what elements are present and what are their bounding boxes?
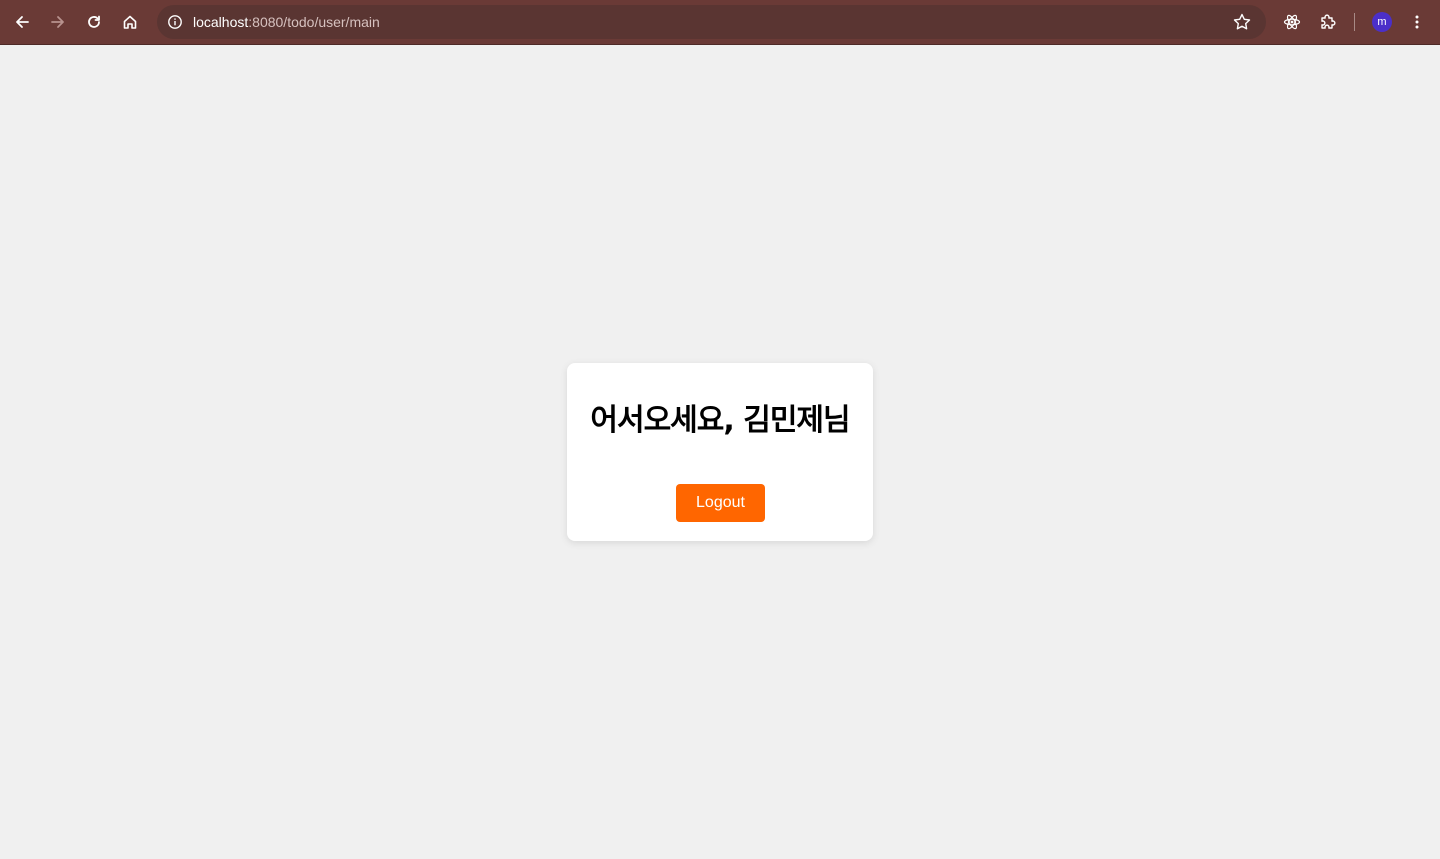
url-host: localhost: [193, 14, 249, 30]
home-icon: [123, 15, 137, 29]
address-bar[interactable]: localhost:8080/todo/user/main: [157, 5, 1266, 39]
puzzle-icon: [1321, 14, 1336, 29]
site-info-button[interactable]: [163, 10, 187, 34]
extensions-button[interactable]: [1313, 7, 1343, 37]
arrow-right-icon: [51, 16, 64, 28]
logout-button[interactable]: Logout: [676, 484, 765, 522]
url-path: :8080/todo/user/main: [248, 14, 380, 30]
reload-button[interactable]: [79, 7, 109, 37]
welcome-card: 어서오세요, 김민제님 Logout: [567, 363, 873, 541]
profile-avatar[interactable]: m: [1372, 12, 1392, 32]
browser-menu-button[interactable]: [1402, 7, 1432, 37]
forward-button[interactable]: [43, 7, 73, 37]
star-icon[interactable]: [1232, 12, 1252, 32]
home-button[interactable]: [115, 7, 145, 37]
kebab-menu-icon: [1415, 15, 1419, 29]
reload-icon: [88, 15, 100, 28]
page-viewport: 어서오세요, 김민제님 Logout: [0, 45, 1440, 859]
welcome-heading: 어서오세요, 김민제님: [590, 403, 850, 438]
url-text[interactable]: localhost:8080/todo/user/main: [193, 5, 380, 39]
info-icon: [168, 15, 182, 29]
browser-toolbar: localhost:8080/todo/user/main m: [0, 0, 1440, 45]
react-devtools-button[interactable]: [1277, 7, 1307, 37]
browser-window: localhost:8080/todo/user/main m 어서오세요, 김…: [0, 0, 1440, 859]
back-button[interactable]: [7, 7, 37, 37]
arrow-left-icon: [16, 16, 29, 28]
react-icon: [1283, 14, 1301, 30]
toolbar-divider: [1354, 13, 1355, 31]
